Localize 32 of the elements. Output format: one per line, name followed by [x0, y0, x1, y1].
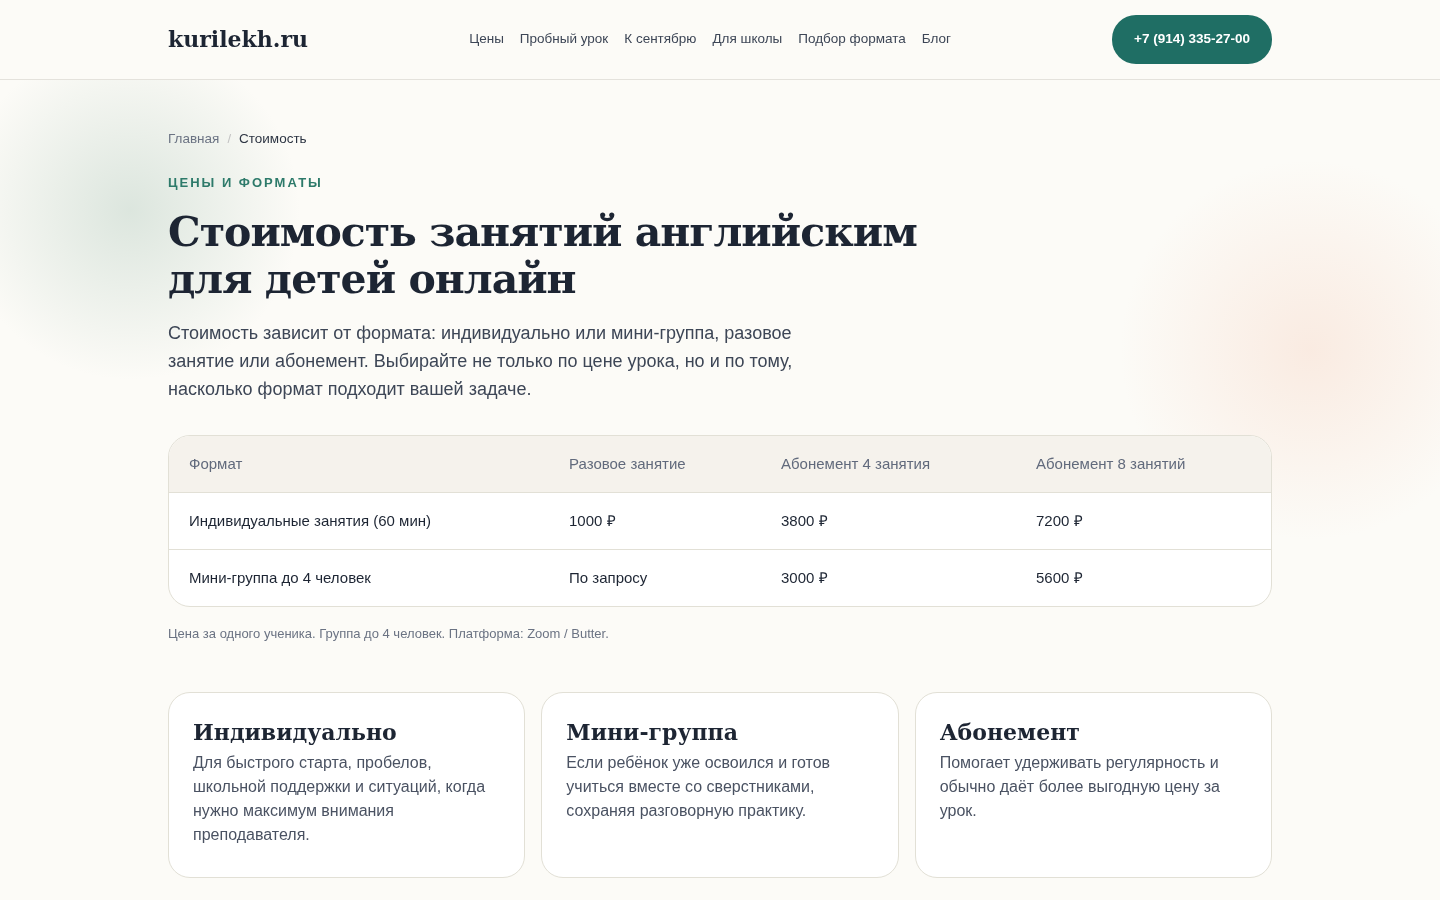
site-logo[interactable]: kurilekh.ru	[168, 23, 309, 56]
nav-link[interactable]: Блог	[921, 29, 951, 50]
nav-link[interactable]: Цены	[469, 29, 504, 50]
table-cell-text: Мини-группа до 4 человек	[188, 567, 372, 588]
card-text: Помогает удерживать регулярность и обычно даёт более выгодную цену за урок.	[939, 752, 1221, 821]
nav-link[interactable]: Подбор формата	[798, 29, 906, 50]
column-header: Разовое занятие	[568, 453, 687, 474]
nav-link[interactable]: Пробный урок	[519, 29, 609, 50]
table-cell-text: 3000 ₽	[780, 567, 829, 588]
card-text: Для быстрого старта, пробелов, школьной поддержки и ситуаций, когда нужно максимум внимания преподавателя.	[193, 752, 487, 845]
table-cell-text: 3800 ₽	[780, 510, 829, 531]
phone-button[interactable]: +7 (914) 335-27-00	[1112, 15, 1272, 64]
card-title: Индивидуально	[193, 718, 398, 745]
table-cell-text: 7200 ₽	[1035, 510, 1084, 531]
table-cell-text: 1000 ₽	[568, 510, 617, 531]
nav-link[interactable]: К сентябрю	[624, 29, 697, 50]
intro-paragraph: Стоимость зависит от формата: индивидуально или мини-группа, разовое занятие или абонемент. Выбирайте не только по цене урока, но и по тому, насколько формат подходит вашей задаче.	[168, 322, 794, 402]
nav-link[interactable]: Для школы	[712, 29, 783, 50]
card-text: Если ребёнок уже освоился и готов учиться вместе со сверстниками, сохраняя разговорную практику.	[566, 752, 832, 821]
column-header: Формат	[188, 453, 244, 474]
table-cell-text: Индивидуальные занятия (60 мин)	[188, 510, 433, 531]
page-title: Стоимость занятий английским для детей онлайн	[168, 208, 918, 304]
column-header: Абонемент 4 занятия	[780, 453, 932, 474]
card-title: Мини-группа	[566, 718, 739, 745]
section-eyebrow: ЦЕНЫ И ФОРМАТЫ	[168, 174, 324, 193]
breadcrumb-separator: /	[227, 130, 231, 149]
table-cell-text: По запросу	[568, 567, 649, 588]
table-note: Цена за одного ученика. Группа до 4 человек. Платформа: Zoom / Butter.	[168, 625, 610, 644]
card-title: Абонемент	[939, 718, 1081, 745]
breadcrumb-link[interactable]: Главная	[168, 129, 220, 150]
table-cell-text: 5600 ₽	[1035, 567, 1084, 588]
column-header: Абонемент 8 занятий	[1035, 453, 1187, 474]
